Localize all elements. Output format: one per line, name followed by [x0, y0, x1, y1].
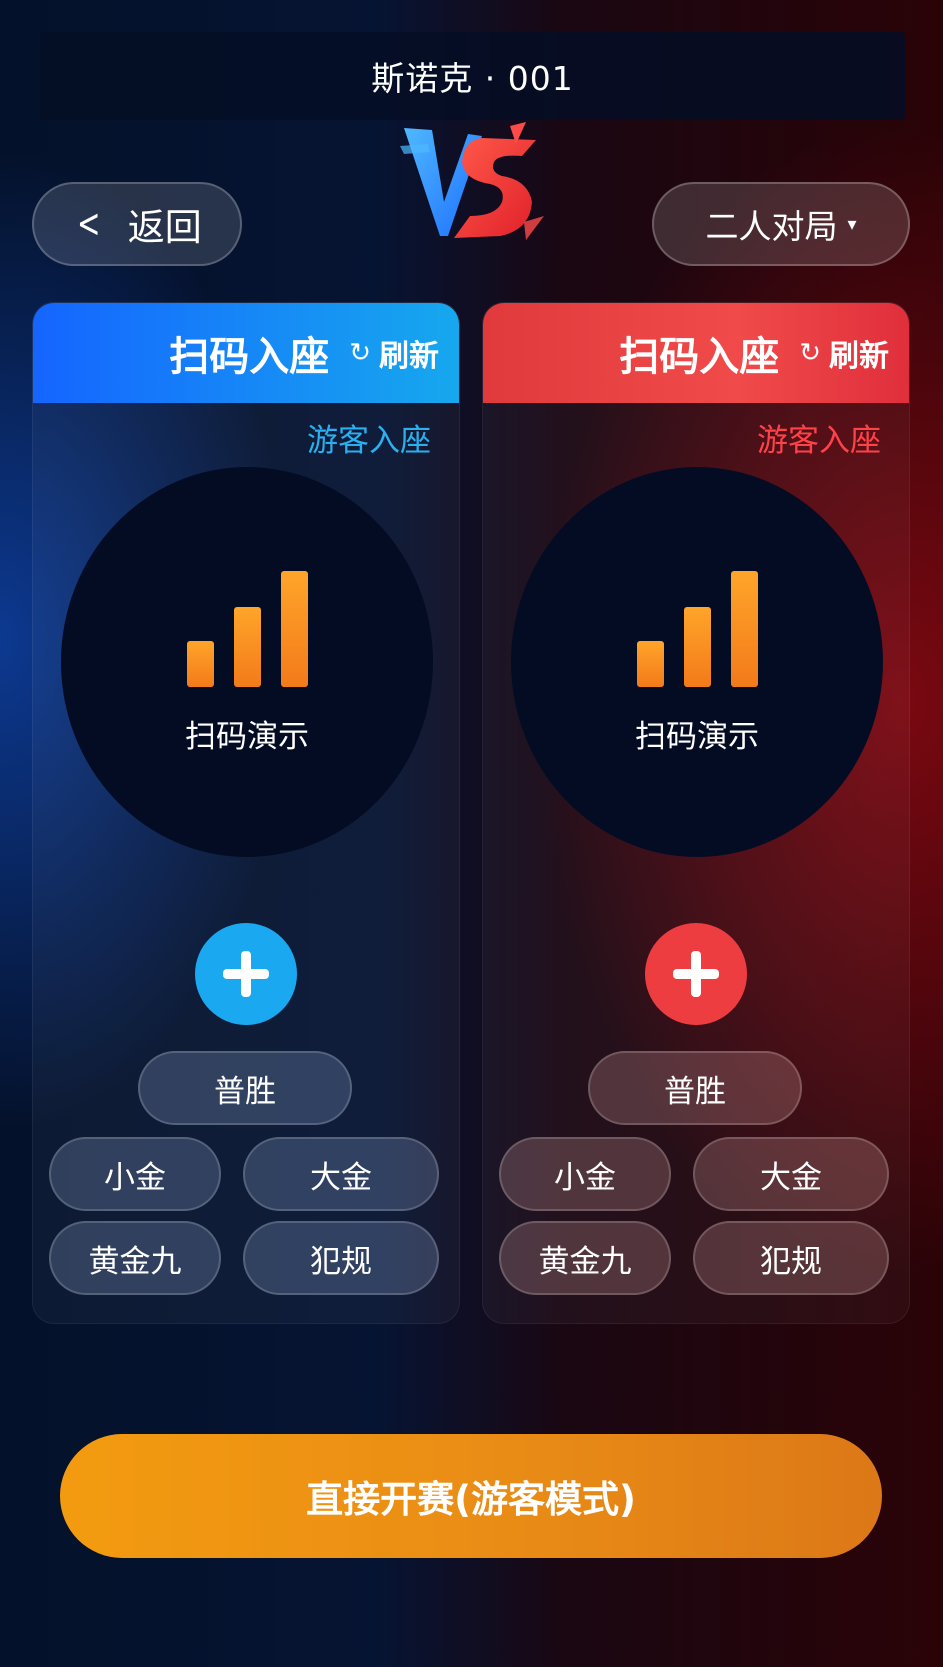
back-button[interactable]: < 返回	[32, 182, 242, 266]
left-refresh-button[interactable]: ↻ 刷新	[349, 331, 439, 375]
right-refresh-button[interactable]: ↻ 刷新	[799, 331, 889, 375]
left-add-button[interactable]	[195, 923, 297, 1025]
right-refresh-label: 刷新	[829, 339, 889, 374]
right-guest-seat-link[interactable]: 游客入座	[757, 415, 881, 460]
plus-icon	[223, 951, 269, 997]
left-refresh-label: 刷新	[379, 339, 439, 374]
left-dajin-button[interactable]: 大金	[243, 1137, 439, 1211]
left-guest-seat-link[interactable]: 游客入座	[307, 415, 431, 460]
left-foul-button[interactable]: 犯规	[243, 1221, 439, 1295]
match-mode-label: 二人对局	[705, 207, 838, 246]
right-dajin-button[interactable]: 大金	[693, 1137, 889, 1211]
refresh-icon: ↻	[799, 338, 821, 368]
right-add-button[interactable]	[645, 923, 747, 1025]
left-panel-header: 扫码入座 ↻ 刷新	[33, 303, 459, 403]
right-scan-demo[interactable]: 扫码演示	[511, 467, 883, 857]
left-player-panel: 扫码入座 ↻ 刷新 游客入座 扫码演示 普胜 小金 大金 黄金九 犯规	[32, 302, 460, 1324]
back-button-label: 返回	[127, 206, 202, 249]
plus-icon	[673, 951, 719, 997]
caret-down-icon: ▾	[847, 213, 857, 235]
left-scan-demo-label: 扫码演示	[185, 719, 309, 755]
left-pusheng-button[interactable]: 普胜	[138, 1051, 352, 1125]
left-panel-title: 扫码入座	[169, 334, 330, 380]
left-scan-demo[interactable]: 扫码演示	[61, 467, 433, 857]
match-mode-dropdown[interactable]: 二人对局 ▾	[652, 182, 910, 266]
right-pusheng-button[interactable]: 普胜	[588, 1051, 802, 1125]
signal-bars-icon	[637, 569, 759, 687]
chevron-left-icon: <	[77, 201, 101, 247]
signal-bars-icon	[187, 569, 309, 687]
left-huangjinjiu-button[interactable]: 黄金九	[49, 1221, 221, 1295]
right-huangjinjiu-button[interactable]: 黄金九	[499, 1221, 671, 1295]
right-xiaojin-button[interactable]: 小金	[499, 1137, 671, 1211]
page-title: 斯诺克 · 001	[40, 32, 905, 120]
vs-logo	[400, 122, 544, 240]
page-title-text: 斯诺克 · 001	[371, 59, 574, 98]
right-foul-button[interactable]: 犯规	[693, 1221, 889, 1295]
start-match-button[interactable]: 直接开赛(游客模式)	[60, 1434, 882, 1558]
right-panel-header: 扫码入座 ↻ 刷新	[483, 303, 909, 403]
start-match-label: 直接开赛(游客模式)	[306, 1478, 636, 1521]
right-player-panel: 扫码入座 ↻ 刷新 游客入座 扫码演示 普胜 小金 大金 黄金九 犯规	[482, 302, 910, 1324]
right-scan-demo-label: 扫码演示	[635, 719, 759, 755]
refresh-icon: ↻	[349, 338, 371, 368]
left-xiaojin-button[interactable]: 小金	[49, 1137, 221, 1211]
right-panel-title: 扫码入座	[619, 334, 780, 380]
